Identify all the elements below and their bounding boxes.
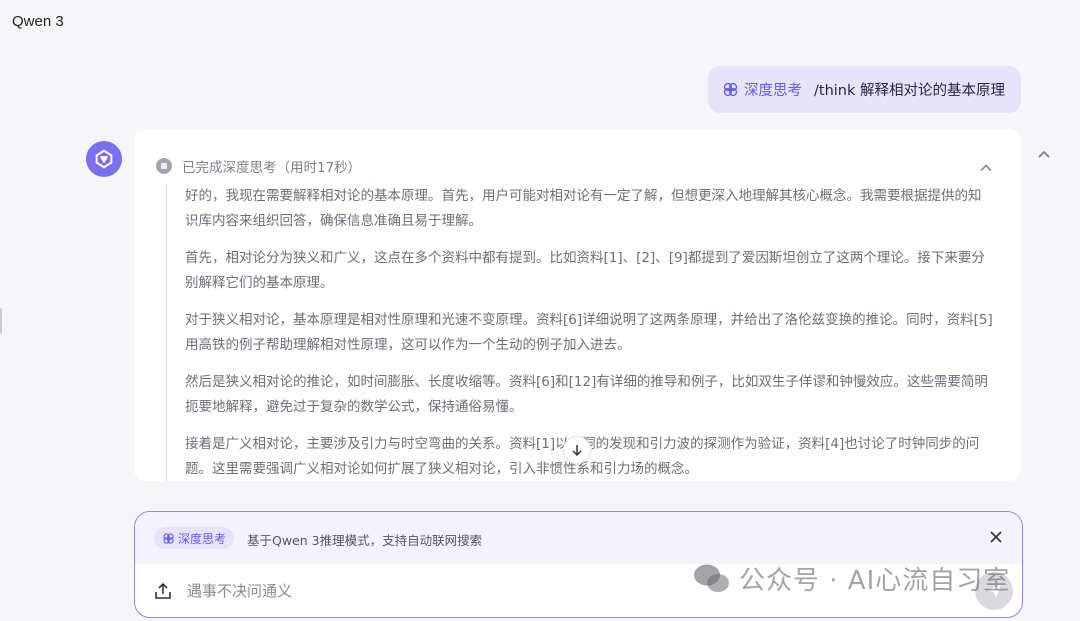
thinking-paragraph: 首先，相对论分为狭义和广义，这点在多个资料中都有提到。比如资料[1]、[2]、[… [185, 250, 985, 291]
close-icon[interactable] [989, 530, 1003, 544]
thinking-status-icon [156, 158, 172, 174]
thinking-status-label: 已完成深度思考（用时17秒） [182, 160, 362, 176]
user-message-text: /think 解释相对论的基本原理 [814, 83, 1005, 99]
atom-icon [723, 82, 738, 97]
upload-icon[interactable] [153, 581, 173, 601]
sidebar-toggle-handle[interactable] [0, 308, 4, 334]
assistant-answer-card: 已完成深度思考（用时17秒） 好的，我现在需要解释相对论的基本原理。首先，用户可… [134, 129, 1021, 481]
deep-think-tag-label: 深度思考 [744, 83, 803, 99]
wechat-icon [694, 564, 729, 592]
collapse-message-icon[interactable] [1036, 146, 1052, 162]
thinking-status[interactable]: 已完成深度思考（用时17秒） [156, 156, 361, 176]
thinking-paragraph: 然后是狭义相对论的推论，如时间膨胀、长度收缩等。资料[6]和[12]有详细的推导… [185, 374, 988, 415]
mode-chip-label: 深度思考 [178, 531, 227, 546]
scroll-to-bottom-button[interactable] [563, 436, 591, 464]
thinking-paragraph: 对于狭义相对论，基本原理是相对性原理和光速不变原理。资料[6]详细说明了这两条原… [185, 312, 993, 353]
app-title: Qwen 3 [12, 13, 64, 30]
mode-description: 基于Qwen 3推理模式，支持自动联网搜索 [247, 533, 483, 548]
thinking-paragraph: 接着是广义相对论，主要涉及引力与时空弯曲的关系。资料[1]以黑洞的发现和引力波的… [185, 436, 980, 477]
deep-think-tag: 深度思考 [722, 79, 802, 100]
watermark-text: 公众号 · AI心流自习室 [739, 566, 1011, 596]
assistant-avatar [86, 141, 122, 177]
mode-banner: 深度思考 基于Qwen 3推理模式，支持自动联网搜索 [135, 512, 1022, 564]
chevron-up-icon[interactable] [979, 161, 993, 175]
arrow-down-icon [572, 445, 582, 457]
watermark: 公众号 · AI心流自习室 [693, 560, 1010, 597]
deep-think-mode-chip[interactable]: 深度思考 [154, 527, 235, 549]
user-message-bubble: 深度思考 /think 解释相对论的基本原理 [708, 66, 1021, 113]
qwen-logo-icon [95, 149, 113, 169]
thinking-paragraph: 好的，我现在需要解释相对论的基本原理。首先，用户可能对相对论有一定了解，但想更深… [185, 188, 982, 229]
atom-icon [163, 532, 174, 544]
